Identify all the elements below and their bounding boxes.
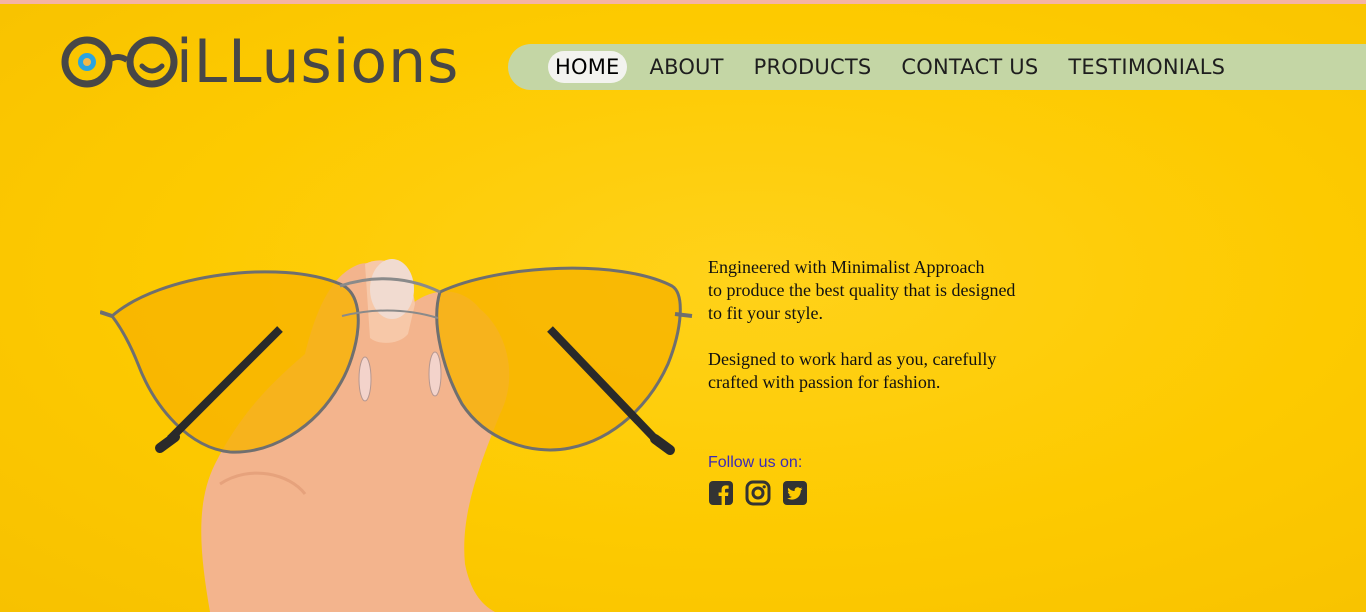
hero-section: iLLusions HOME ABOUT PRODUCTS CONTACT US… xyxy=(0,4,1366,612)
nav-testimonials[interactable]: TESTIMONIALS xyxy=(1061,51,1232,83)
nav-contact-us[interactable]: CONTACT US xyxy=(894,51,1045,83)
social-links xyxy=(708,480,808,506)
follow-us-label: Follow us on: xyxy=(708,454,803,471)
twitter-icon[interactable] xyxy=(782,480,808,506)
hero-copy: Engineered with Minimalist Approach to p… xyxy=(708,256,1088,417)
hero-paragraph-2: Designed to work hard as you, carefully … xyxy=(708,348,1088,394)
hero-paragraph-2-line-1: Designed to work hard as you, carefully xyxy=(708,349,997,369)
hero-paragraph-1: Engineered with Minimalist Approach to p… xyxy=(708,256,1088,325)
brand-name: iLLusions xyxy=(176,27,460,97)
facebook-icon[interactable] xyxy=(708,480,734,506)
main-nav: HOME ABOUT PRODUCTS CONTACT US TESTIMONI… xyxy=(508,44,1366,90)
glasses-logo-icon xyxy=(61,36,178,88)
hero-sunglasses-photo xyxy=(100,259,693,612)
hero-paragraph-1-line-1: Engineered with Minimalist Approach xyxy=(708,257,985,277)
hero-paragraph-1-line-3: to fit your style. xyxy=(708,303,823,323)
nav-about[interactable]: ABOUT xyxy=(643,51,731,83)
hero-paragraph-2-line-2: crafted with passion for fashion. xyxy=(708,372,941,392)
hero-paragraph-1-line-2: to produce the best quality that is desi… xyxy=(708,280,1016,300)
nav-home[interactable]: HOME xyxy=(548,51,627,83)
nav-products[interactable]: PRODUCTS xyxy=(747,51,879,83)
brand-logo[interactable]: iLLusions xyxy=(60,30,459,94)
instagram-icon[interactable] xyxy=(745,480,771,506)
